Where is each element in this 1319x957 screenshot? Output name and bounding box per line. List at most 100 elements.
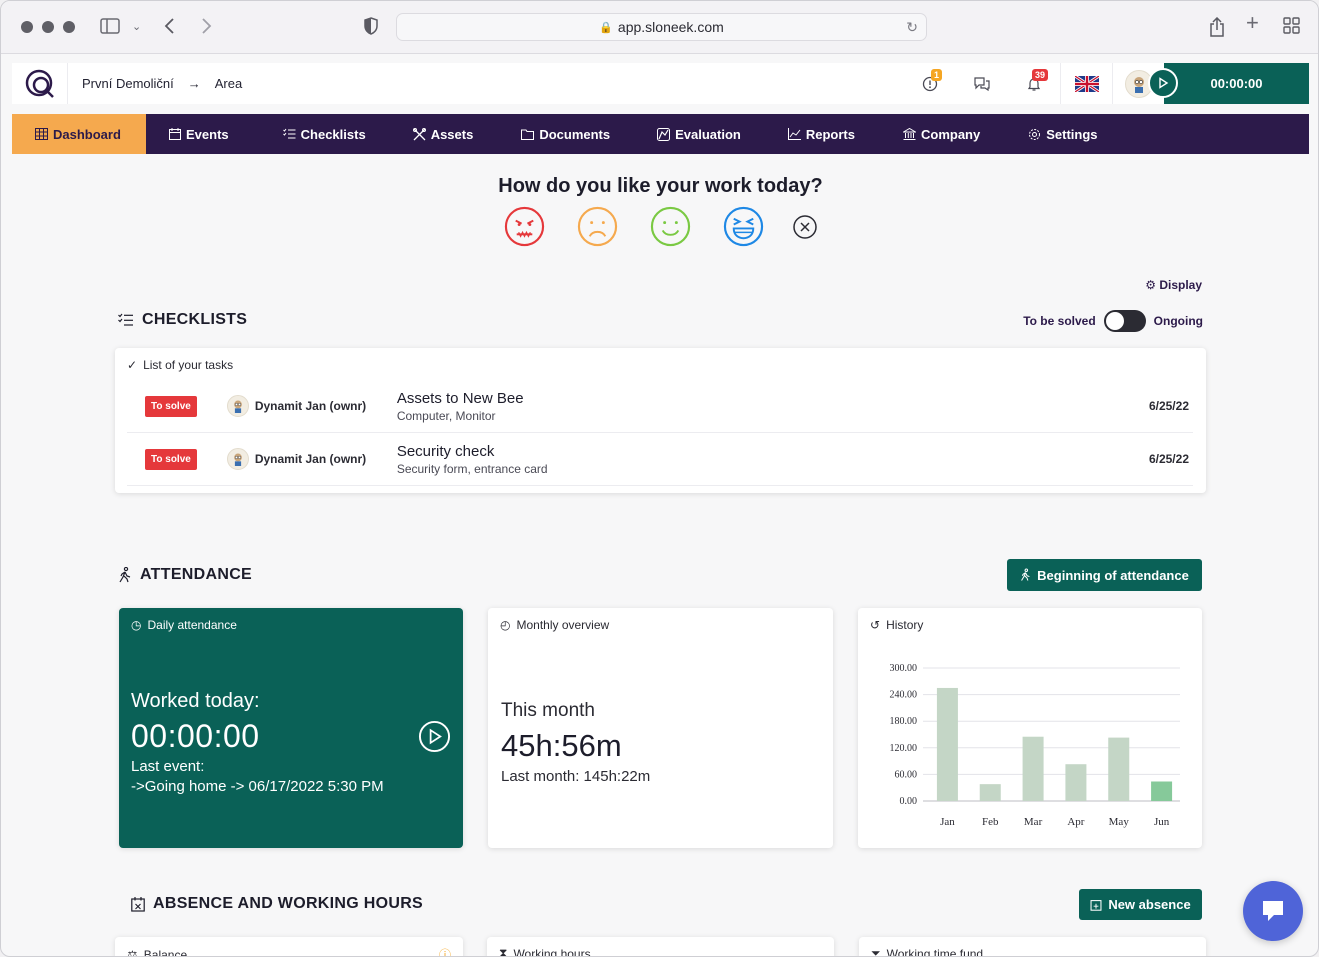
- history-header: ↺ History: [858, 608, 1202, 642]
- tab-overview-icon[interactable]: [1283, 17, 1300, 40]
- info-icon[interactable]: ⓘ: [439, 946, 451, 956]
- new-tab-icon[interactable]: +: [1246, 12, 1259, 34]
- sad-face-icon[interactable]: [577, 206, 618, 247]
- play-icon[interactable]: [1148, 68, 1178, 98]
- display-settings-link[interactable]: ⚙ Display: [1145, 278, 1202, 292]
- calendar-icon: [169, 128, 181, 140]
- nav-company[interactable]: Company: [903, 114, 1028, 154]
- avatar: [226, 395, 249, 417]
- arrow-right-icon: →: [187, 76, 201, 91]
- start-timer-button[interactable]: [418, 720, 451, 758]
- task-row[interactable]: To solve Dynamit Jan (ownr) Assets to Ne…: [127, 380, 1193, 433]
- toggle-right-label: Ongoing: [1153, 314, 1203, 328]
- card-title: Monthly overview: [516, 618, 610, 632]
- sidebar-toggle-icon[interactable]: [100, 17, 120, 41]
- worked-today-time: 00:00:00: [131, 718, 260, 754]
- daily-attendance-header: ◷ Daily attendance: [119, 608, 463, 642]
- worked-today-label: Worked today:: [131, 690, 260, 712]
- x-tick-label: Mar: [1024, 816, 1043, 828]
- nav-label: Assets: [430, 126, 474, 142]
- browser-window: ⌄ 🔒 app.sloneek.com ↻ + První Demoliční …: [0, 0, 1319, 957]
- language-button[interactable]: [1060, 63, 1112, 104]
- balance-card: ⚖ Balance ⓘ: [115, 937, 463, 957]
- tools-icon: [412, 127, 426, 140]
- support-chat-button[interactable]: [1243, 881, 1303, 941]
- chart-bar[interactable]: [979, 784, 1001, 801]
- last-month-value: Last month: 145h:22m: [501, 768, 651, 785]
- task-name[interactable]: Security check: [397, 443, 1149, 460]
- sloneek-logo[interactable]: [12, 63, 68, 104]
- chevron-down-icon[interactable]: ⌄: [132, 17, 141, 37]
- messages-button[interactable]: [956, 63, 1008, 104]
- address-bar[interactable]: 🔒 app.sloneek.com ↻: [396, 13, 927, 41]
- privacy-shield-icon[interactable]: [364, 17, 378, 41]
- working-hours-header: ⧗ Working hours: [487, 937, 834, 957]
- uk-flag-icon: [1074, 75, 1099, 92]
- window-controls[interactable]: [21, 21, 75, 33]
- last-event-value: ->Going home -> 06/17/2022 5:30 PM: [131, 778, 384, 795]
- alerts-button[interactable]: 1: [904, 63, 956, 104]
- breadcrumb-area[interactable]: Area: [215, 76, 242, 91]
- nav-checklists[interactable]: Checklists: [282, 114, 413, 154]
- lock-icon: 🔒: [599, 21, 613, 34]
- scale-icon: ⚖: [127, 947, 138, 957]
- back-icon[interactable]: [164, 17, 176, 41]
- button-label: Beginning of attendance: [1037, 567, 1189, 583]
- nav-settings[interactable]: Settings: [1028, 114, 1119, 154]
- building-icon: [903, 128, 916, 140]
- main-nav: Dashboard Events Checklists Assets Docum…: [12, 114, 1309, 154]
- nav-events[interactable]: Events: [146, 114, 283, 154]
- nav-assets[interactable]: Assets: [412, 114, 522, 154]
- card-title: History: [886, 618, 924, 632]
- chart-bar[interactable]: [1022, 736, 1044, 801]
- card-title: Working time fund: [886, 946, 984, 957]
- laughing-face-icon[interactable]: [723, 206, 764, 247]
- clock-icon: ◷: [131, 618, 142, 632]
- nav-evaluation[interactable]: Evaluation: [657, 114, 788, 154]
- y-tick-label: 240.00: [890, 690, 918, 701]
- header-timer[interactable]: 00:00:00: [1148, 63, 1309, 104]
- y-tick-label: 120.00: [890, 743, 918, 754]
- nav-label: Checklists: [300, 126, 366, 142]
- notifications-badge: 39: [1031, 69, 1048, 81]
- card-title: Daily attendance: [147, 618, 237, 632]
- happy-face-icon[interactable]: [650, 206, 691, 247]
- nav-documents[interactable]: Documents: [521, 114, 657, 154]
- chat-icon: [1263, 901, 1283, 921]
- monthly-overview-header: ◴ Monthly overview: [488, 608, 833, 642]
- breadcrumb-company[interactable]: První Demoliční: [82, 76, 174, 91]
- task-row[interactable]: To solve Dynamit Jan (ownr) Security che…: [127, 433, 1193, 486]
- notifications-button[interactable]: 39: [1008, 63, 1060, 104]
- beginning-of-attendance-button[interactable]: Beginning of attendance: [1007, 559, 1202, 591]
- angry-face-icon[interactable]: [504, 206, 545, 247]
- chart-bar[interactable]: [1151, 781, 1173, 801]
- new-absence-button[interactable]: New absence: [1079, 889, 1202, 920]
- walking-icon: [119, 567, 131, 583]
- task-subtitle: Security form, entrance card: [396, 461, 548, 476]
- reload-icon[interactable]: ↻: [906, 19, 918, 36]
- chart-bar[interactable]: [936, 687, 958, 801]
- card-title: List of your tasks: [143, 358, 234, 372]
- url-text: app.sloneek.com: [617, 19, 724, 35]
- checklist-status-toggle[interactable]: [1103, 310, 1146, 332]
- chart-bar[interactable]: [1065, 764, 1087, 801]
- forward-icon[interactable]: [200, 17, 212, 41]
- working-hours-card: ⧗ Working hours: [487, 937, 834, 957]
- chart-bar[interactable]: [1108, 737, 1130, 801]
- nav-label: Evaluation: [675, 126, 741, 142]
- task-name[interactable]: Assets to New Bee: [397, 390, 1149, 407]
- nav-dashboard[interactable]: Dashboard: [12, 114, 146, 154]
- section-title-text: CHECKLISTS: [142, 311, 248, 328]
- funnel-icon: ⏷: [871, 946, 881, 957]
- evaluation-icon: [657, 127, 671, 141]
- check-icon: ✓: [127, 358, 138, 372]
- close-icon[interactable]: [792, 214, 818, 240]
- nav-label: Documents: [539, 126, 611, 142]
- nav-reports[interactable]: Reports: [787, 114, 903, 154]
- card-title: Working hours: [513, 946, 591, 957]
- hourglass-icon: ⧗: [499, 946, 508, 957]
- share-icon[interactable]: [1209, 16, 1225, 43]
- task-owner: Dynamit Jan (ownr): [226, 395, 387, 417]
- calendar-plus-icon: [1090, 899, 1102, 911]
- x-tick-label: Jan: [940, 816, 955, 828]
